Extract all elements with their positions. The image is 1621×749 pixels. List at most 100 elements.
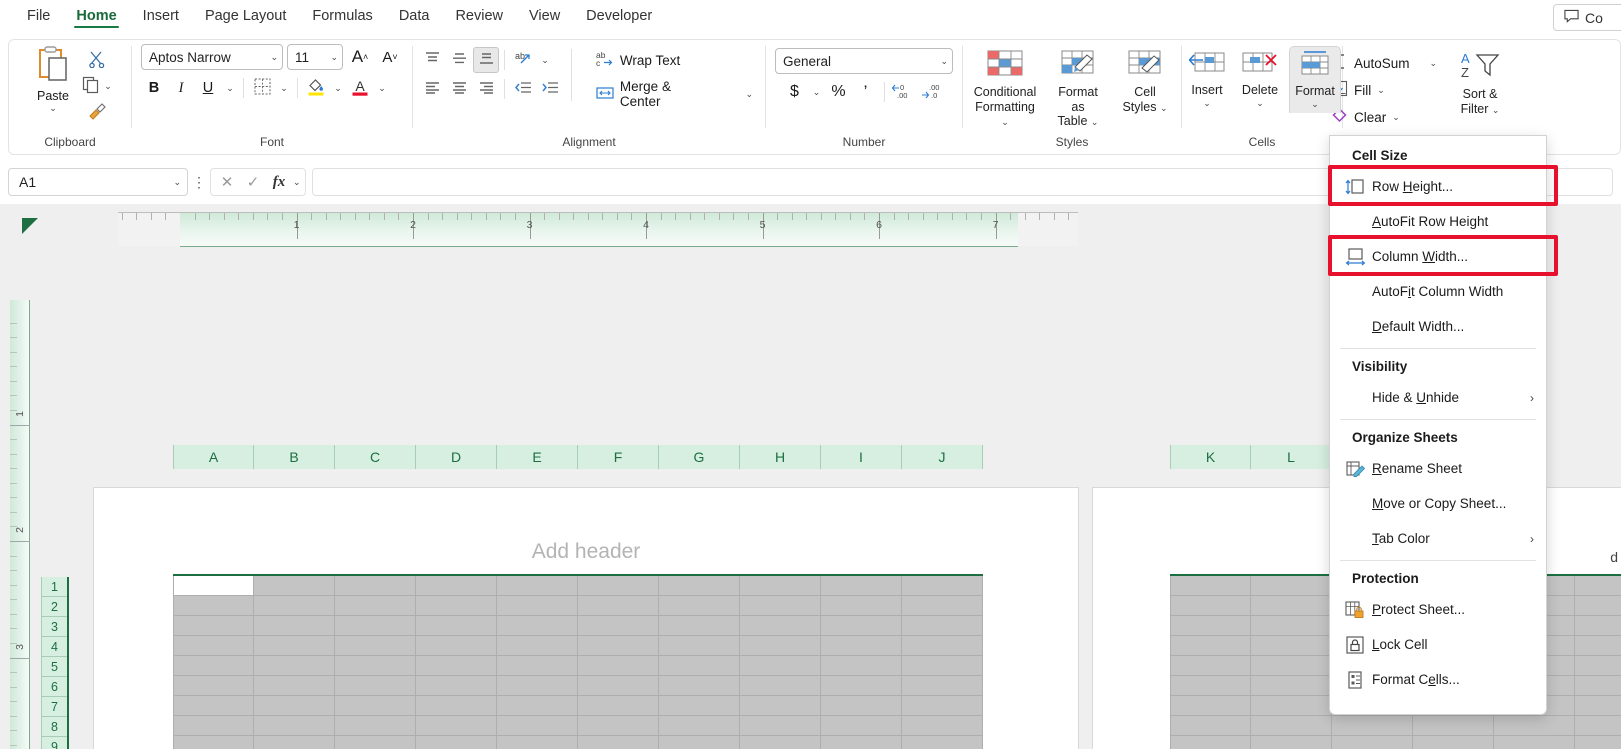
cell-J3[interactable] [902,616,983,636]
cell-L7[interactable] [1251,696,1332,716]
cell-L3[interactable] [1251,616,1332,636]
cell-L1[interactable] [1251,576,1332,596]
cell-P6[interactable] [1575,676,1621,696]
cell-B4[interactable] [254,636,335,656]
cancel-icon[interactable]: ✕ [215,173,239,191]
cell-J2[interactable] [902,596,983,616]
chevron-down-icon[interactable]: ⌄ [1392,112,1400,123]
sort-filter-button[interactable]: A Z Sort & Filter ⌄ [1449,48,1511,119]
cell-B1[interactable] [254,576,335,596]
cell-K2[interactable] [1170,596,1251,616]
increase-font-size-button[interactable]: A ˄ [347,44,373,70]
formula-bar-overflow-button[interactable]: ⋮ [188,174,210,191]
menu-item-hide-unhide[interactable]: Hide & Unhide › [1330,380,1546,415]
align-right-button[interactable] [473,76,499,102]
tab-insert[interactable]: Insert [130,0,192,30]
row-header-2[interactable]: 2 [41,597,67,617]
underline-dropdown[interactable]: ⌄ [222,75,238,101]
copy-button[interactable]: ⌄ [81,74,113,98]
cell-D8[interactable] [416,716,497,736]
underline-button[interactable]: U [195,75,221,101]
cell-F3[interactable] [578,616,659,636]
cell-A4[interactable] [173,636,254,656]
fill-color-button[interactable] [303,75,329,101]
font-color-dropdown[interactable]: ⌄ [374,75,390,101]
cell-K9[interactable] [1170,736,1251,749]
cell-I2[interactable] [821,596,902,616]
column-header-J[interactable]: J [902,445,983,469]
comments-button[interactable]: Co [1553,4,1621,31]
row-header-6[interactable]: 6 [41,677,67,697]
accounting-format-button[interactable]: $ [782,79,808,105]
row-header-1[interactable]: 1 [41,577,67,597]
cell-G7[interactable] [659,696,740,716]
chevron-down-icon[interactable]: ⌄ [1256,98,1264,109]
chevron-down-icon[interactable]: ⌄ [1377,85,1385,96]
menu-item-autofit-column-width[interactable]: AutoFit Column Width [1330,274,1546,309]
merge-center-button[interactable]: Merge & Center ⌄ [590,76,759,112]
cell-L4[interactable] [1251,636,1332,656]
column-header-G[interactable]: G [659,445,740,469]
menu-item-protect-sheet[interactable]: Protect Sheet... [1330,592,1546,627]
cell-N9[interactable] [1413,736,1494,749]
cell-C3[interactable] [335,616,416,636]
column-header-L[interactable]: L [1251,445,1332,469]
cell-B5[interactable] [254,656,335,676]
cell-M9[interactable] [1332,736,1413,749]
cell-C7[interactable] [335,696,416,716]
cell-F9[interactable] [578,736,659,749]
cell-B2[interactable] [254,596,335,616]
chevron-down-icon[interactable]: ⌄ [1203,98,1211,109]
italic-button[interactable]: I [168,75,194,101]
font-name-combobox[interactable]: Aptos Narrow ⌄ [141,44,283,70]
row-header-5[interactable]: 5 [41,657,67,677]
cut-button[interactable] [81,48,113,72]
cell-J8[interactable] [902,716,983,736]
column-header-C[interactable]: C [335,445,416,469]
cell-C4[interactable] [335,636,416,656]
cell-P1[interactable] [1575,576,1621,596]
cell-B9[interactable] [254,736,335,749]
font-color-button[interactable]: A [347,75,373,101]
cell-K7[interactable] [1170,696,1251,716]
cell-J7[interactable] [902,696,983,716]
cell-K4[interactable] [1170,636,1251,656]
cell-B3[interactable] [254,616,335,636]
cell-P7[interactable] [1575,696,1621,716]
menu-item-autofit-row-height[interactable]: AutoFit Row Height [1330,204,1546,239]
cell-D4[interactable] [416,636,497,656]
align-middle-button[interactable] [446,47,472,73]
column-header-A[interactable]: A [173,445,254,469]
row-header-7[interactable]: 7 [41,697,67,717]
cell-H5[interactable] [740,656,821,676]
chevron-down-icon[interactable]: ⌄ [173,177,181,188]
cell-I7[interactable] [821,696,902,716]
cell-F2[interactable] [578,596,659,616]
cell-I4[interactable] [821,636,902,656]
row-header-4[interactable]: 4 [41,637,67,657]
accounting-dropdown[interactable]: ⌄ [809,79,825,105]
cell-C9[interactable] [335,736,416,749]
cell-D6[interactable] [416,676,497,696]
increase-decimal-button[interactable]: 0.00 [890,79,918,105]
cell-F7[interactable] [578,696,659,716]
cell-P8[interactable] [1575,716,1621,736]
menu-item-column-width[interactable]: Column Width... [1330,239,1546,274]
cell-G9[interactable] [659,736,740,749]
cell-K6[interactable] [1170,676,1251,696]
increase-indent-button[interactable] [537,76,563,102]
cell-L2[interactable] [1251,596,1332,616]
align-top-button[interactable] [419,47,445,73]
cell-D3[interactable] [416,616,497,636]
column-header-E[interactable]: E [497,445,578,469]
cell-E4[interactable] [497,636,578,656]
chevron-down-icon[interactable]: ⌄ [1311,99,1319,110]
cell-L5[interactable] [1251,656,1332,676]
cell-O8[interactable] [1494,716,1575,736]
column-header-F[interactable]: F [578,445,659,469]
bold-button[interactable]: B [141,75,167,101]
cell-F4[interactable] [578,636,659,656]
chevron-down-icon[interactable]: ⌄ [104,81,112,92]
chevron-down-icon[interactable]: ⌄ [1430,58,1438,69]
cell-P4[interactable] [1575,636,1621,656]
